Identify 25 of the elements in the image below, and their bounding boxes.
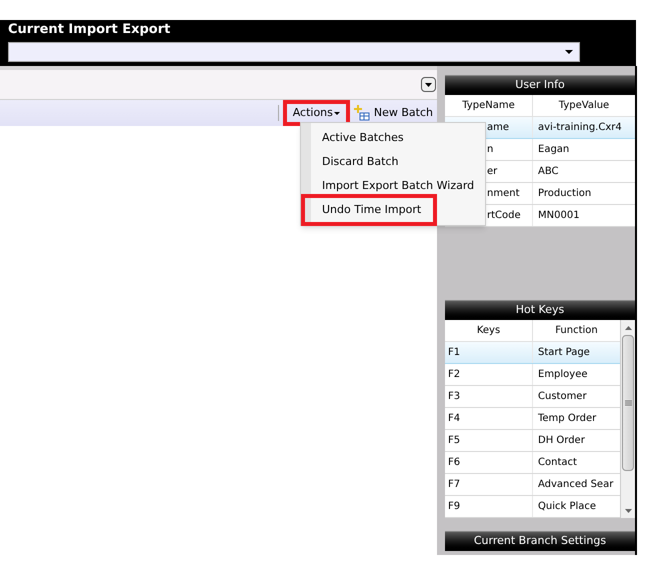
panel-header: Hot Keys <box>445 300 635 320</box>
page-title: Current Import Export <box>8 21 172 39</box>
panel-header: User Info <box>445 75 635 95</box>
table-cell-text: Customer <box>537 390 588 404</box>
table-cell: F7 <box>445 474 533 495</box>
table-cell-text: Quick Place <box>537 500 598 514</box>
table-cell-text: ABC <box>537 165 560 179</box>
table-cell-text: Temp Order <box>537 412 598 426</box>
table-cell-text: Advanced Sear <box>537 478 614 492</box>
table-cell: F4 <box>445 408 533 429</box>
table-cell-text: Start Page <box>537 346 591 360</box>
table-cell-text: avi-training.Cxr4 <box>537 121 623 135</box>
table-cell-text: Eagan <box>537 143 570 157</box>
table-cell-text: Employee <box>537 368 589 382</box>
table-cell: F3 <box>445 386 533 407</box>
table-cell-text: MN0001 <box>537 209 581 223</box>
table-cell-text: DH Order <box>537 434 586 448</box>
table-cell: F1 <box>445 342 533 363</box>
panel-header: Current Branch Settings <box>445 531 635 551</box>
table-cell: F2 <box>445 364 533 385</box>
table-cell: F5 <box>445 430 533 451</box>
table-cell: F6 <box>445 452 533 473</box>
table-cell: F9 <box>445 496 533 517</box>
table-cell-text: Production <box>537 187 592 201</box>
table-cell-text: Contact <box>537 456 578 470</box>
